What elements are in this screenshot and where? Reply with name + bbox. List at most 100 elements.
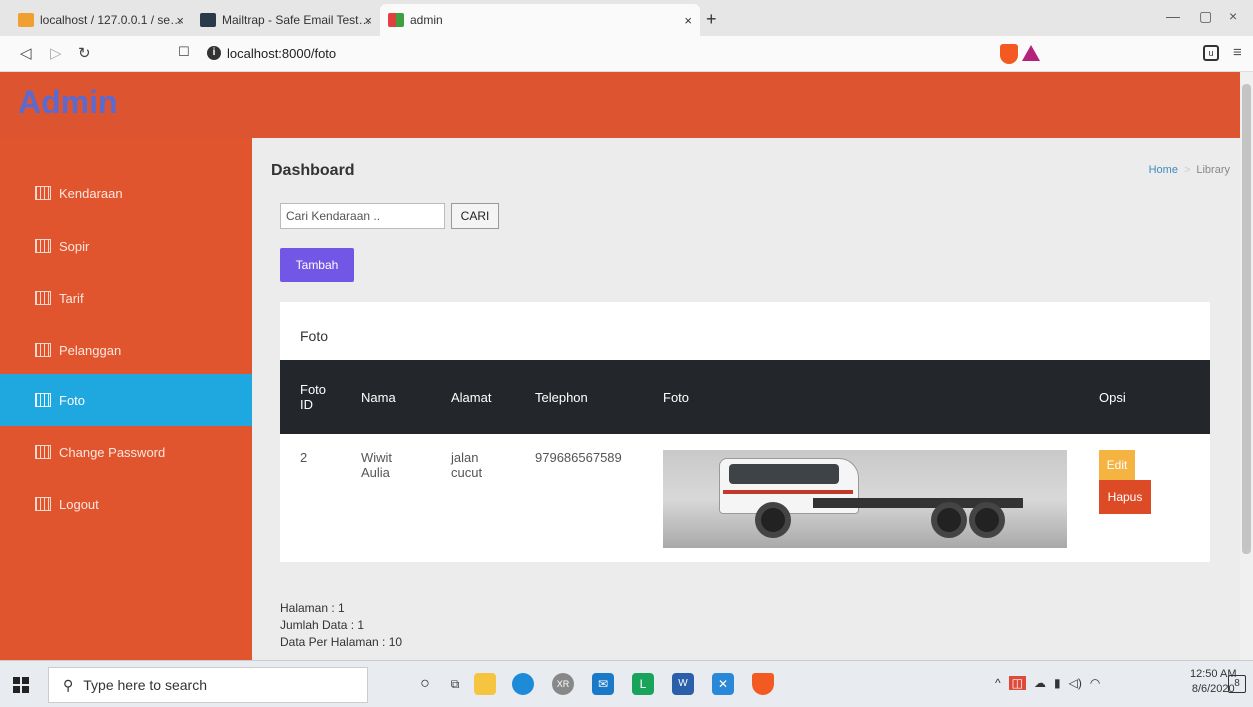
forward-icon[interactable]: ▷ bbox=[50, 44, 62, 62]
close-tab-icon[interactable]: × bbox=[684, 13, 692, 28]
browser-menu-icon[interactable]: ≡ bbox=[1233, 44, 1242, 61]
xampp-icon[interactable]: XR bbox=[552, 673, 574, 695]
header-alamat: Alamat bbox=[451, 389, 492, 405]
search-icon: ⚲ bbox=[63, 676, 74, 693]
vscode-icon[interactable]: ✕ bbox=[712, 673, 734, 695]
admin-favicon-icon bbox=[388, 13, 404, 27]
table-icon bbox=[35, 239, 51, 253]
search-input[interactable] bbox=[280, 203, 445, 229]
tab-title: localhost / 127.0.0.1 / sepeda / fot bbox=[40, 13, 184, 27]
bookmark-icon[interactable]: ☐ bbox=[178, 44, 190, 60]
edit-button[interactable]: Edit bbox=[1099, 450, 1135, 480]
delete-button[interactable]: Hapus bbox=[1099, 480, 1151, 514]
tab-mailtrap[interactable]: Mailtrap - Safe Email Testing × bbox=[192, 4, 380, 36]
sidebar-item-pelanggan[interactable]: Pelanggan bbox=[0, 324, 252, 376]
truck-wheel bbox=[931, 502, 967, 538]
cell-alamat-text: jalan cucut bbox=[451, 450, 483, 480]
sidebar-item-logout[interactable]: Logout bbox=[0, 478, 252, 530]
per-page-count: Data Per Halaman : 10 bbox=[280, 635, 403, 649]
sidebar-item-label: Tarif bbox=[59, 290, 84, 306]
volume-icon[interactable]: ◁) bbox=[1069, 676, 1082, 690]
wifi-icon[interactable]: ◠ bbox=[1090, 676, 1100, 690]
truck-window bbox=[729, 464, 839, 484]
notification-icon[interactable]: 8 bbox=[1228, 675, 1246, 693]
foto-table: Foto ID Nama Alamat Telephon Foto Opsi 2… bbox=[280, 360, 1210, 634]
table-icon bbox=[35, 186, 51, 200]
new-tab-button[interactable]: + bbox=[706, 9, 717, 30]
browser-tab-bar: localhost / 127.0.0.1 / sepeda / fot × M… bbox=[0, 0, 1253, 36]
sidebar-item-label: Pelanggan bbox=[59, 342, 122, 358]
truck-wheel bbox=[755, 502, 791, 538]
word-icon[interactable]: W bbox=[672, 673, 694, 695]
close-window-button[interactable]: × bbox=[1229, 8, 1237, 24]
close-tab-icon[interactable]: × bbox=[364, 13, 372, 28]
table-icon bbox=[35, 291, 51, 305]
sidebar-item-foto[interactable]: Foto bbox=[0, 374, 252, 426]
maximize-button[interactable]: ▢ bbox=[1199, 8, 1212, 25]
sidebar-item-tarif[interactable]: Tarif bbox=[0, 272, 252, 324]
truck-wheel bbox=[969, 502, 1005, 538]
cloud-icon[interactable]: ☁ bbox=[1034, 676, 1046, 690]
sidebar-item-change-password[interactable]: Change Password bbox=[0, 426, 252, 478]
search-button[interactable]: CARI bbox=[451, 203, 499, 229]
tab-title: Mailtrap - Safe Email Testing bbox=[222, 13, 372, 27]
windows-start-icon[interactable] bbox=[13, 677, 29, 693]
site-info-icon[interactable]: i bbox=[207, 46, 221, 60]
cell-opsi: Edit Hapus bbox=[1097, 434, 1210, 634]
total-count: Jumlah Data : 1 bbox=[280, 618, 365, 632]
page-scrollbar[interactable] bbox=[1240, 72, 1253, 660]
card-title: Foto bbox=[300, 328, 329, 344]
task-view-icon[interactable]: ⧉ bbox=[444, 673, 466, 695]
app-l-icon[interactable]: L bbox=[632, 673, 654, 695]
reload-icon[interactable]: ↻ bbox=[78, 44, 91, 62]
edge-icon[interactable] bbox=[512, 673, 534, 695]
brand-logo[interactable]: Admin bbox=[18, 84, 118, 121]
sidebar-item-kendaraan[interactable]: Kendaraan bbox=[0, 167, 252, 219]
battery-icon[interactable]: ▮ bbox=[1054, 676, 1061, 690]
tab-title: admin bbox=[410, 13, 443, 27]
sidebar-item-label: Change Password bbox=[59, 444, 166, 460]
breadcrumb-home-link[interactable]: Home bbox=[1149, 164, 1178, 176]
close-tab-icon[interactable]: × bbox=[176, 13, 184, 28]
page-title: Dashboard bbox=[271, 162, 355, 179]
table-header-row: Foto ID Nama Alamat Telephon Foto Opsi bbox=[280, 360, 1210, 434]
taskbar-search[interactable]: ⚲ Type here to search bbox=[48, 667, 368, 703]
brave-icon[interactable] bbox=[752, 673, 774, 695]
page-number: Halaman : 1 bbox=[280, 601, 345, 615]
address-bar: ◁ ▷ ↻ ☐ i localhost:8000/foto u ≡ bbox=[0, 36, 1253, 72]
scrollbar-thumb[interactable] bbox=[1242, 84, 1251, 554]
mailtrap-favicon-icon bbox=[200, 13, 216, 27]
windows-taskbar: ⚲ Type here to search ○ ⧉ XR ✉ L W ✕ ^ ◫… bbox=[0, 660, 1253, 707]
table-icon bbox=[35, 343, 51, 357]
sidebar-item-label: Logout bbox=[59, 496, 99, 512]
foto-card: Foto Foto ID Nama Alamat Telephon Foto O… bbox=[280, 302, 1210, 562]
back-icon[interactable]: ◁ bbox=[20, 44, 32, 62]
chevron-up-icon[interactable]: ^ bbox=[995, 676, 1001, 690]
sidebar-item-label: Foto bbox=[59, 392, 86, 408]
truck-photo bbox=[663, 450, 1067, 548]
extension-icon[interactable]: u bbox=[1203, 45, 1219, 61]
phpmyadmin-favicon-icon bbox=[18, 13, 34, 27]
tab-phpmyadmin[interactable]: localhost / 127.0.0.1 / sepeda / fot × bbox=[10, 4, 192, 36]
brave-shield-icon[interactable] bbox=[1000, 44, 1018, 64]
cell-foto bbox=[663, 434, 1097, 634]
mail-icon[interactable]: ✉ bbox=[592, 673, 614, 695]
breadcrumb-current: Library bbox=[1196, 164, 1230, 176]
header-nama: Nama bbox=[361, 389, 396, 405]
system-tray: ^ ◫ ☁ ▮ ◁) ◠ bbox=[995, 676, 1100, 690]
tray-app-icon[interactable]: ◫ bbox=[1008, 676, 1026, 690]
file-explorer-icon[interactable] bbox=[474, 673, 496, 695]
sidebar-item-label: Sopir bbox=[59, 238, 90, 254]
url-field[interactable]: localhost:8000/foto bbox=[227, 46, 336, 61]
sidebar-item-sopir[interactable]: Sopir bbox=[0, 220, 252, 272]
header-id-label: Foto ID bbox=[300, 382, 327, 412]
add-button[interactable]: Tambah bbox=[280, 248, 354, 282]
header-id: Foto ID bbox=[280, 360, 361, 434]
table-icon bbox=[35, 445, 51, 459]
cortana-icon[interactable]: ○ bbox=[414, 673, 436, 695]
minimize-button[interactable]: — bbox=[1166, 8, 1180, 24]
tab-admin[interactable]: admin × bbox=[380, 4, 700, 36]
header-foto: Foto bbox=[663, 389, 690, 405]
brave-rewards-icon[interactable] bbox=[1022, 45, 1040, 61]
table-icon bbox=[35, 393, 51, 407]
